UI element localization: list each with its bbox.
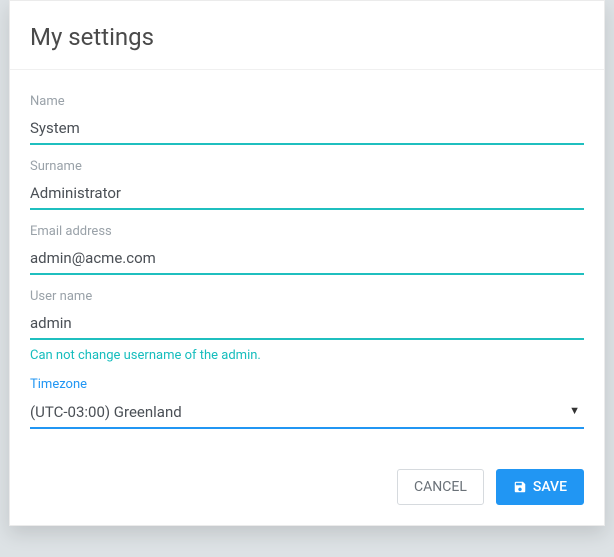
field-username: User name Can not change username of the…	[30, 289, 584, 363]
settings-dialog: My settings Name Surname Email address U…	[9, 0, 605, 526]
field-surname: Surname	[30, 159, 584, 210]
dialog-body: Name Surname Email address User name Can…	[10, 70, 604, 453]
dialog-footer: CANCEL SAVE	[10, 453, 604, 525]
username-label: User name	[30, 289, 584, 304]
field-name: Name	[30, 94, 584, 145]
save-button[interactable]: SAVE	[496, 469, 584, 505]
surname-input[interactable]	[30, 178, 584, 210]
username-input[interactable]	[30, 308, 584, 340]
dialog-header: My settings	[10, 1, 604, 70]
save-button-label: SAVE	[533, 479, 567, 495]
timezone-value: (UTC-03:00) Greenland	[30, 403, 182, 421]
timezone-select[interactable]: (UTC-03:00) Greenland ▼	[30, 396, 584, 429]
field-email: Email address	[30, 224, 584, 275]
field-timezone: Timezone (UTC-03:00) Greenland ▼	[30, 377, 584, 429]
email-label: Email address	[30, 224, 584, 239]
name-input[interactable]	[30, 113, 584, 145]
save-icon	[513, 480, 527, 494]
name-label: Name	[30, 94, 584, 109]
cancel-button[interactable]: CANCEL	[397, 469, 484, 505]
chevron-down-icon: ▼	[569, 404, 580, 417]
timezone-label: Timezone	[30, 377, 584, 392]
username-hint: Can not change username of the admin.	[30, 348, 584, 363]
surname-label: Surname	[30, 159, 584, 174]
dialog-title: My settings	[30, 23, 584, 51]
email-input[interactable]	[30, 243, 584, 275]
